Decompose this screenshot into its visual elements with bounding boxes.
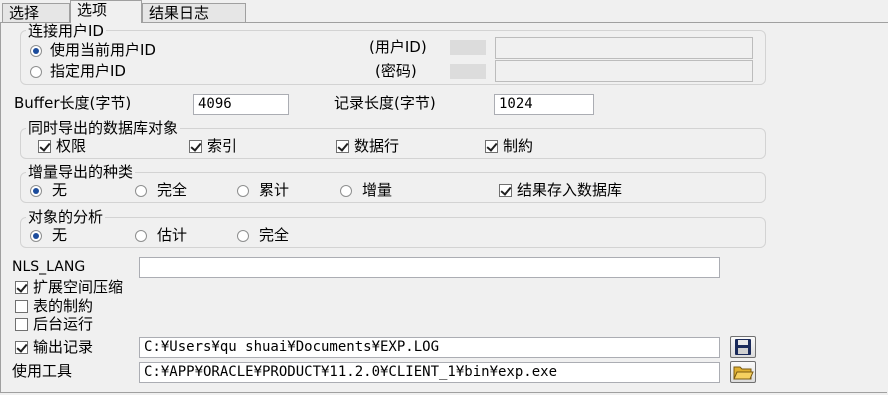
use-current-user-label: 使用当前用户ID <box>50 41 156 59</box>
indexes-checkbox[interactable] <box>189 140 202 153</box>
output-log-label: 输出记录 <box>33 338 94 356</box>
nls-lang-input[interactable] <box>139 257 720 278</box>
use-current-user-radio[interactable] <box>30 45 42 57</box>
analysis-estimate-label: 估计 <box>157 226 188 244</box>
table-constraints-label: 表的制約 <box>33 297 94 315</box>
constraints-label: 制約 <box>503 137 534 155</box>
analysis-complete-label: 完全 <box>259 226 290 244</box>
record-length-input[interactable]: 1024 <box>494 94 594 115</box>
folder-open-icon <box>733 366 754 380</box>
incremental-none-label: 无 <box>52 181 68 199</box>
record-length-label: 记录长度(字节) <box>334 94 436 112</box>
tab-options[interactable]: 选项 <box>70 0 142 23</box>
buffer-length-input[interactable]: 4096 <box>193 94 289 115</box>
tab-result-log[interactable]: 结果日志 <box>142 3 246 22</box>
run-background-label: 后台运行 <box>33 315 94 333</box>
specify-user-label: 指定用户ID <box>50 62 126 80</box>
password-label: (密码) <box>375 62 417 80</box>
incremental-complete-label: 完全 <box>157 181 188 199</box>
constraints-checkbox[interactable] <box>485 140 498 153</box>
user-id-label: (用户ID) <box>369 38 427 56</box>
incremental-cumulative-label: 累计 <box>259 181 290 199</box>
incremental-incremental-radio[interactable] <box>340 185 352 197</box>
user-id-input[interactable] <box>495 37 753 59</box>
incremental-complete-radio[interactable] <box>135 185 147 197</box>
rows-label: 数据行 <box>354 137 400 155</box>
incremental-type-group-title: 增量导出的种类 <box>26 163 136 181</box>
export-objects-group-title: 同时导出的数据库对象 <box>26 119 181 137</box>
user-id-label-fill <box>450 40 486 55</box>
store-result-checkbox[interactable] <box>499 184 512 197</box>
analysis-none-radio[interactable] <box>30 230 42 242</box>
tab-bar: 选择 选项 结果日志 <box>0 0 888 23</box>
analysis-estimate-radio[interactable] <box>135 230 147 242</box>
tab-select[interactable]: 选择 <box>2 3 70 22</box>
compress-extents-checkbox[interactable] <box>15 281 28 294</box>
analysis-group-title: 对象的分析 <box>26 208 106 226</box>
password-input[interactable] <box>495 60 753 82</box>
incremental-none-radio[interactable] <box>30 185 42 197</box>
password-label-fill <box>450 64 486 79</box>
analysis-none-label: 无 <box>52 226 68 244</box>
compress-extents-label: 扩展空间压缩 <box>33 278 124 296</box>
browse-tool-button[interactable] <box>730 361 756 383</box>
incremental-incremental-label: 增量 <box>362 181 393 199</box>
save-log-button[interactable] <box>730 336 756 358</box>
output-log-checkbox[interactable] <box>15 341 28 354</box>
buffer-length-label: Buffer长度(字节) <box>14 94 132 112</box>
nls-lang-label: NLS_LANG <box>12 259 86 275</box>
floppy-disk-icon <box>735 339 751 355</box>
connect-user-group-title: 连接用户ID <box>26 22 106 40</box>
analysis-complete-radio[interactable] <box>237 230 249 242</box>
specify-user-radio[interactable] <box>30 66 42 78</box>
grants-label: 权限 <box>56 137 87 155</box>
tool-path-input[interactable]: C:¥APP¥ORACLE¥PRODUCT¥11.2.0¥CLIENT_1¥bi… <box>139 362 720 383</box>
output-log-path-input[interactable]: C:¥Users¥qu shuai¥Documents¥EXP.LOG <box>139 337 720 358</box>
grants-checkbox[interactable] <box>38 140 51 153</box>
run-background-checkbox[interactable] <box>15 318 28 331</box>
rows-checkbox[interactable] <box>336 140 349 153</box>
indexes-label: 索引 <box>207 137 238 155</box>
table-constraints-checkbox[interactable] <box>15 300 28 313</box>
tool-label: 使用工具 <box>12 362 73 380</box>
incremental-cumulative-radio[interactable] <box>237 185 249 197</box>
store-result-label: 结果存入数据库 <box>517 181 623 199</box>
analysis-group <box>20 217 766 248</box>
